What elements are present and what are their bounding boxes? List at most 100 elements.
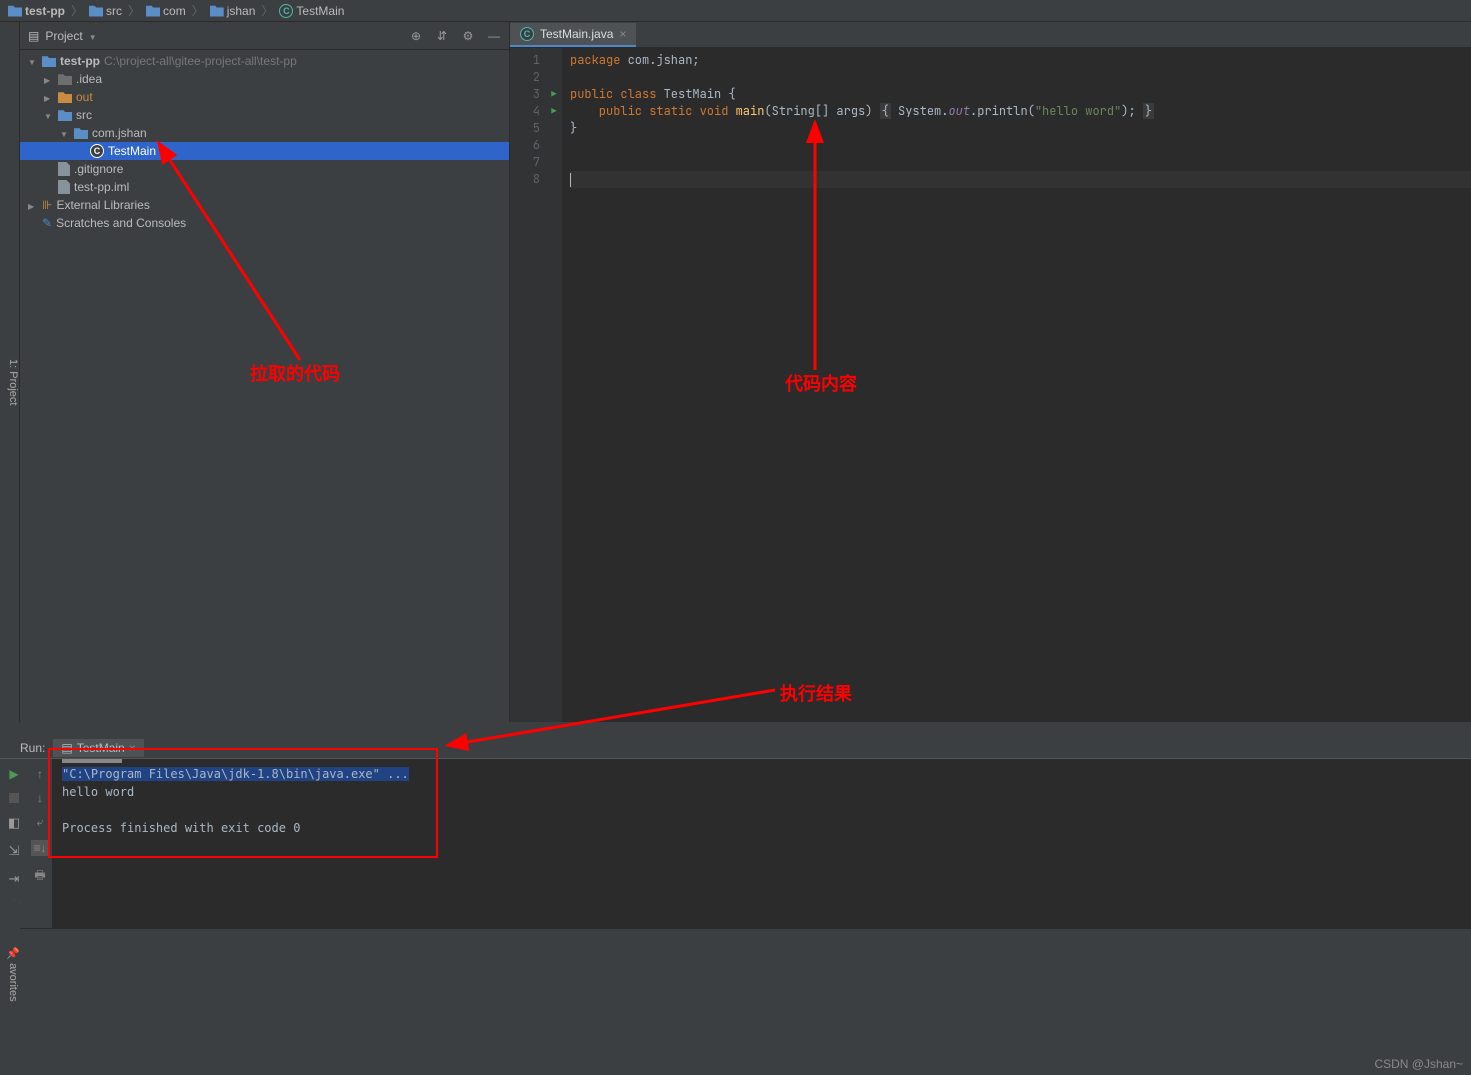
exit-icon[interactable]: ⇥ <box>9 871 20 887</box>
tree-item-external-libraries[interactable]: ⊪ External Libraries <box>20 196 509 214</box>
breadcrumb-label: TestMain <box>296 4 344 18</box>
breadcrumb-item-com[interactable]: com <box>146 4 186 18</box>
tree-item-gitignore[interactable]: .gitignore <box>20 160 509 178</box>
file-icon <box>58 180 70 194</box>
up-icon[interactable]: ↑ <box>37 767 43 781</box>
tree-item-src[interactable]: src <box>20 106 509 124</box>
dump-icon[interactable]: ◧ <box>8 815 20 831</box>
run-method-icon[interactable]: ▶ <box>546 103 562 120</box>
tree-item-out[interactable]: out <box>20 88 509 106</box>
rerun-icon[interactable]: ▶ <box>9 767 18 781</box>
breadcrumb-item-testmain[interactable]: TestMain <box>279 4 344 18</box>
pin-icon[interactable]: 📌 <box>6 947 20 960</box>
editor-panel: TestMain.java × 12345678 ▶ ▶ package com… <box>510 22 1471 722</box>
gear-icon[interactable]: ⚙ <box>461 29 475 43</box>
close-icon[interactable]: × <box>129 741 136 755</box>
editor-tab-testmain[interactable]: TestMain.java × <box>510 23 636 47</box>
file-icon <box>58 162 70 176</box>
java-class-icon <box>90 144 104 158</box>
run-sidebar: ↑ ↓ ⤶ ≡↓ 🖶 <box>28 759 52 928</box>
tree-label: src <box>76 108 92 122</box>
folder-icon <box>146 5 160 17</box>
scratches-icon: ✎ <box>42 216 52 230</box>
chevron-right-icon: 〉 <box>128 2 140 19</box>
left-gutter[interactable]: 1: Project <box>0 22 20 722</box>
hide-icon[interactable]: — <box>487 29 501 43</box>
close-icon[interactable]: × <box>619 27 626 41</box>
watermark: CSDN @Jshan~ <box>1374 1057 1463 1071</box>
java-class-icon <box>279 4 293 18</box>
tree-item-idea[interactable]: .idea <box>20 70 509 88</box>
run-label: Run: <box>20 741 45 755</box>
run-config-tab[interactable]: ▤ TestMain × <box>53 739 143 757</box>
folder-icon <box>8 5 22 17</box>
expand-all-icon[interactable]: ⇵ <box>435 29 449 43</box>
breadcrumb-item-root[interactable]: test-pp <box>8 4 65 18</box>
favorites-tool-label[interactable]: 📌 avorites <box>0 900 20 1040</box>
tree-item-package[interactable]: com.jshan <box>20 124 509 142</box>
run-header: Run: ▤ TestMain × <box>20 738 144 758</box>
caret-right-icon[interactable] <box>44 90 54 104</box>
breadcrumb: test-pp 〉 src 〉 com 〉 jshan 〉 TestMain <box>0 0 1471 22</box>
run-output[interactable]: "C:\Program Files\Java\jdk-1.8\bin\java.… <box>52 759 1471 928</box>
package-icon <box>74 127 88 139</box>
tree-root[interactable]: test-pp C:\project-all\gitee-project-all… <box>20 52 509 70</box>
caret-down-icon[interactable] <box>28 54 38 68</box>
folder-icon <box>58 109 72 121</box>
caret-right-icon[interactable] <box>44 72 54 86</box>
down-icon[interactable]: ↓ <box>37 791 43 805</box>
folder-icon <box>58 73 72 85</box>
stop-icon[interactable] <box>9 793 19 803</box>
tree-item-iml[interactable]: test-pp.iml <box>20 178 509 196</box>
select-opened-file-icon[interactable]: ⊕ <box>409 29 423 43</box>
caret-down-icon[interactable] <box>60 126 70 140</box>
output-exit: Process finished with exit code 0 <box>62 819 1461 837</box>
breadcrumb-item-jshan[interactable]: jshan <box>210 4 256 18</box>
folder-icon <box>210 5 224 17</box>
project-icon: ▤ <box>28 29 39 43</box>
layout-icon[interactable]: ⇲ <box>9 843 20 859</box>
tree-item-testmain[interactable]: TestMain <box>20 142 509 160</box>
tree-label: out <box>76 90 93 104</box>
tree-label: Scratches and Consoles <box>56 216 186 230</box>
print-icon[interactable]: 🖶 <box>34 866 45 887</box>
java-class-icon <box>520 27 534 41</box>
project-header: ▤ Project ⊕ ⇵ ⚙ — <box>20 22 509 50</box>
code-area[interactable]: package com.jshan; public class TestMain… <box>562 48 1471 722</box>
project-title: Project <box>45 29 82 43</box>
folder-icon <box>58 91 72 103</box>
run-class-icon[interactable]: ▶ <box>546 86 562 103</box>
tree-item-scratches[interactable]: ✎ Scratches and Consoles <box>20 214 509 232</box>
tree-label: .gitignore <box>74 162 123 176</box>
run-config-icon: ▤ <box>61 741 72 755</box>
libraries-icon: ⊪ <box>42 198 52 212</box>
cursor <box>570 173 571 187</box>
breadcrumb-label: com <box>163 4 186 18</box>
breadcrumb-label: test-pp <box>25 4 65 18</box>
run-config-name: TestMain <box>77 741 125 755</box>
folder-icon <box>42 55 56 67</box>
soft-wrap-icon[interactable]: ⤶ <box>37 815 44 830</box>
chevron-right-icon: 〉 <box>261 2 273 19</box>
chevron-right-icon: 〉 <box>192 2 204 19</box>
project-tree[interactable]: test-pp C:\project-all\gitee-project-all… <box>20 50 509 232</box>
tree-label: com.jshan <box>92 126 147 140</box>
line-number-gutter: 12345678 <box>510 48 546 722</box>
scroll-end-icon[interactable]: ≡↓ <box>31 840 48 856</box>
bottom-area <box>0 928 1471 1068</box>
run-panel: ▶ ◧ ⇲ ⇥ 🗑 ↑ ↓ ⤶ ≡↓ 🖶 "C:\Program Files\J… <box>0 758 1471 928</box>
output-command: "C:\Program Files\Java\jdk-1.8\bin\java.… <box>62 767 409 781</box>
caret-right-icon[interactable] <box>28 198 38 212</box>
breadcrumb-item-src[interactable]: src <box>89 4 122 18</box>
editor-tabs: TestMain.java × <box>510 22 1471 48</box>
tree-label: External Libraries <box>56 198 149 212</box>
breadcrumb-label: src <box>106 4 122 18</box>
editor-icon-gutter: ▶ ▶ <box>546 48 562 722</box>
caret-down-icon[interactable] <box>44 108 54 122</box>
dropdown-icon[interactable] <box>89 29 99 43</box>
scrollbar-thumb[interactable] <box>62 759 122 763</box>
tree-label: test-pp.iml <box>74 180 129 194</box>
tab-label: TestMain.java <box>540 27 613 41</box>
editor-body[interactable]: 12345678 ▶ ▶ package com.jshan; public c… <box>510 48 1471 722</box>
tree-path: C:\project-all\gitee-project-all\test-pp <box>104 54 297 68</box>
